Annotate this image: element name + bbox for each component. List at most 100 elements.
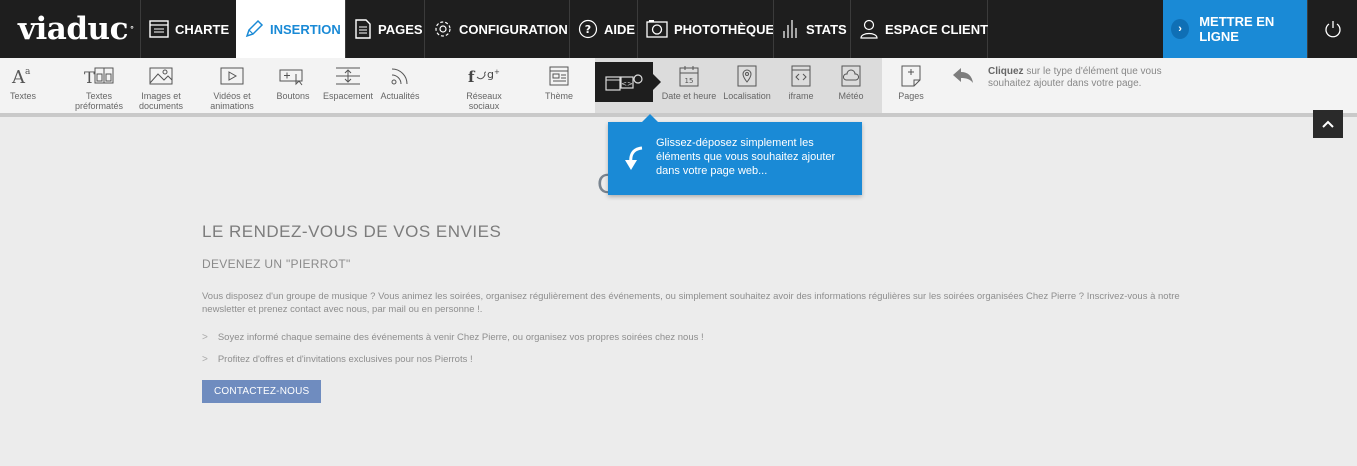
- tool-theme[interactable]: Thème: [536, 58, 582, 113]
- tool-reseaux-sociaux[interactable]: f g + Réseaux sociaux: [459, 58, 509, 113]
- text-icon: Aa: [11, 67, 31, 87]
- publish-button[interactable]: › METTRE EN LIGNE: [1163, 0, 1307, 58]
- logo-text: viaduc: [18, 11, 128, 47]
- tool-boutons[interactable]: Boutons: [270, 58, 316, 113]
- spacing-icon: [336, 67, 360, 85]
- list-item[interactable]: > Soyez informé chaque semaine des événe…: [202, 332, 1202, 343]
- tool-label: Boutons: [276, 91, 310, 101]
- tooltip-text: Glissez-déposez simplement les éléments …: [656, 137, 836, 177]
- insertion-toolbar: <> Aa Textes T Textes préformatés Images…: [0, 58, 1357, 117]
- nav-charte-label: CHARTE: [175, 21, 230, 37]
- tool-localisation[interactable]: Localisation: [721, 58, 773, 113]
- camera-icon: [646, 20, 668, 38]
- tool-date-heure[interactable]: 15 Date et heure: [661, 58, 717, 113]
- tool-pages[interactable]: Pages: [891, 58, 931, 113]
- stats-icon: [783, 20, 797, 38]
- tool-label: Date et heure: [661, 91, 717, 101]
- list-item-text: Soyez informé chaque semaine des événeme…: [217, 332, 704, 343]
- svg-text:A: A: [11, 67, 26, 87]
- svg-text:?: ?: [585, 23, 591, 36]
- page-content: LE RENDEZ-VOUS DE VOS ENVIES DEVENEZ UN …: [202, 222, 1202, 403]
- tool-textes[interactable]: Aa Textes: [0, 58, 46, 113]
- top-navigation: viaduc ° CHARTE INSERTION PAGES CONFIGURA…: [0, 0, 1357, 58]
- scroll-up-button[interactable]: [1313, 110, 1343, 138]
- nav-phototheque-label: PHOTOTHÈQUE: [674, 21, 775, 37]
- page-heading[interactable]: LE RENDEZ-VOUS DE VOS ENVIES: [202, 222, 1202, 242]
- rss-icon: [391, 68, 408, 85]
- preformatted-text-icon: T: [84, 67, 114, 87]
- widgets-icon: <>: [605, 74, 643, 91]
- publish-button-label: METTRE EN LIGNE: [1199, 14, 1275, 44]
- nav-configuration[interactable]: CONFIGURATION: [424, 0, 569, 58]
- tool-images[interactable]: Images et documents: [138, 58, 184, 113]
- tool-videos[interactable]: Vidéos et animations: [202, 58, 262, 113]
- page-subheading[interactable]: DEVENEZ UN "PIERROT": [202, 257, 1202, 271]
- weather-icon: [841, 65, 861, 87]
- tool-label: Textes: [9, 91, 36, 101]
- nav-insertion[interactable]: INSERTION: [236, 0, 345, 58]
- nav-pages[interactable]: PAGES: [345, 0, 424, 58]
- contact-button[interactable]: CONTACTEZ-NOUS: [202, 380, 322, 403]
- tool-label: Vidéos et animations: [210, 91, 254, 111]
- svg-text:f: f: [468, 68, 476, 86]
- nav-phototheque[interactable]: PHOTOTHÈQUE: [637, 0, 775, 58]
- tool-label: Localisation: [723, 91, 771, 101]
- chevron-up-icon: [1322, 120, 1334, 128]
- calendar-icon: 15: [679, 66, 699, 87]
- nav-aide[interactable]: ? AIDE: [569, 0, 637, 58]
- location-icon: [737, 65, 757, 87]
- list-item[interactable]: > Profitez d'offres et d'invitations exc…: [202, 354, 1202, 365]
- tool-label: Actualités: [380, 91, 420, 101]
- nav-insertion-label: INSERTION: [270, 21, 341, 37]
- logout-button[interactable]: [1307, 0, 1357, 58]
- nav-stats-label: STATS: [806, 21, 847, 37]
- list-item-text: Profitez d'offres et d'invitations exclu…: [217, 354, 473, 365]
- chevron-right-icon: >: [202, 332, 208, 343]
- chevron-right-icon: >: [202, 354, 208, 365]
- iframe-icon: [791, 65, 811, 87]
- tool-actualites[interactable]: Actualités: [377, 58, 423, 113]
- tool-label: Espacement: [322, 91, 374, 101]
- button-icon: [279, 69, 303, 86]
- svg-text:+: +: [494, 68, 500, 76]
- tool-textes-preformates[interactable]: T Textes préformatés: [70, 58, 128, 113]
- nav-pages-label: PAGES: [378, 21, 423, 37]
- video-icon: [220, 67, 244, 85]
- hint-bold: Cliquez: [988, 66, 1024, 77]
- nav-espace-client[interactable]: ESPACE CLIENT: [850, 0, 988, 58]
- svg-text:15: 15: [685, 77, 694, 85]
- tool-meteo[interactable]: Météo: [831, 58, 871, 113]
- tool-label: Pages: [898, 91, 924, 101]
- pages-icon: [355, 19, 371, 39]
- curved-arrow-icon: [625, 146, 643, 170]
- theme-icon: [549, 66, 569, 86]
- tool-label: iframe: [788, 91, 814, 101]
- drag-drop-tooltip: Glissez-déposez simplement les éléments …: [608, 114, 862, 195]
- pencil-icon: [245, 19, 264, 38]
- svg-text:g: g: [487, 68, 494, 81]
- svg-text:T: T: [84, 68, 95, 87]
- page-add-icon: [901, 65, 921, 87]
- svg-text:a: a: [25, 67, 31, 77]
- tool-espacement[interactable]: Espacement: [321, 58, 375, 113]
- image-icon: [149, 67, 173, 85]
- chevron-right-icon: ›: [1171, 19, 1190, 39]
- gear-icon: [435, 21, 451, 37]
- viaduc-logo[interactable]: viaduc °: [0, 0, 140, 58]
- social-icon: f g +: [468, 68, 500, 86]
- tool-label: Thème: [544, 91, 573, 101]
- nav-charte[interactable]: CHARTE: [140, 0, 236, 58]
- help-icon: ?: [578, 19, 598, 39]
- user-icon: [860, 19, 878, 39]
- tool-label: Images et documents: [138, 91, 184, 111]
- page-paragraph[interactable]: Vous disposez d'un groupe de musique ? V…: [202, 290, 1197, 316]
- power-icon: [1324, 21, 1341, 38]
- tool-label: Météo: [838, 91, 864, 101]
- widgets-badge: <>: [595, 62, 661, 102]
- nav-stats[interactable]: STATS: [773, 0, 850, 58]
- insertion-hint: Cliquez sur le type d'élément que vous s…: [952, 66, 1198, 90]
- tool-iframe[interactable]: iframe: [781, 58, 821, 113]
- charte-icon: [149, 20, 169, 38]
- nav-configuration-label: CONFIGURATION: [459, 21, 568, 37]
